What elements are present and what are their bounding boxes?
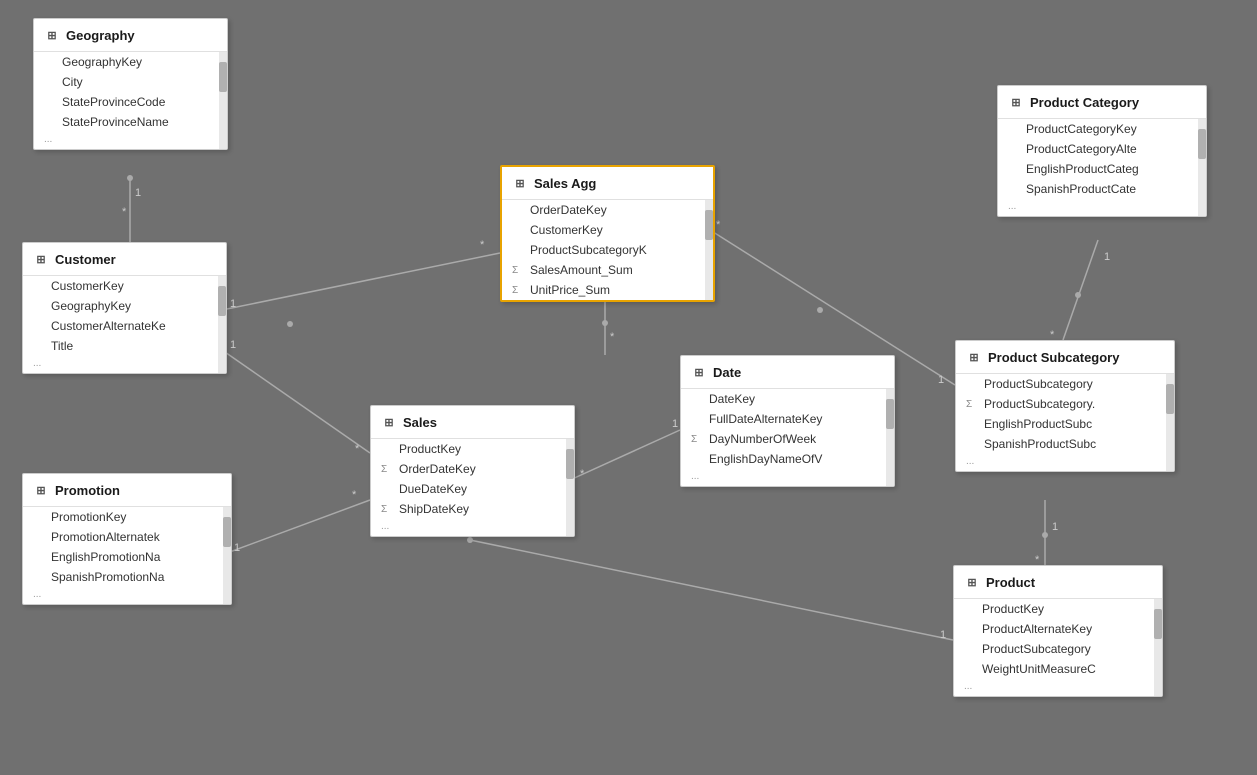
field-row: SpanishProductSubc (956, 434, 1174, 454)
field-row: Σ UnitPrice_Sum (502, 280, 713, 300)
field-row: DateKey (681, 389, 894, 409)
svg-text:1: 1 (672, 418, 678, 430)
svg-text:1: 1 (135, 187, 141, 199)
field-row: StateProvinceCode (34, 92, 227, 112)
field-row: PromotionAlternatek (23, 527, 231, 547)
field-row: Σ ShipDateKey (371, 499, 574, 519)
diagram-canvas: * 1 1 * 1 * 1 * * * 1 * 1 1 * 1 (0, 0, 1257, 775)
field-row: Σ OrderDateKey (371, 459, 574, 479)
promotion-body: PromotionKey PromotionAlternatek English… (23, 507, 231, 604)
customer-table: ⊞ Customer CustomerKey GeographyKey Cust… (22, 242, 227, 374)
field-row: ProductAlternateKey (954, 619, 1162, 639)
svg-text:1: 1 (230, 339, 236, 351)
field-row: CustomerKey (23, 276, 226, 296)
field-row: StateProvinceName (34, 112, 227, 132)
customer-header: ⊞ Customer (23, 243, 226, 276)
sales-body: ProductKey Σ OrderDateKey DueDateKey Σ S… (371, 439, 574, 536)
customer-body: CustomerKey GeographyKey CustomerAlterna… (23, 276, 226, 373)
sales-agg-table: ⊞ Sales Agg OrderDateKey CustomerKey Pro… (500, 165, 715, 302)
table-icon: ⊞ (512, 175, 528, 191)
promotion-table: ⊞ Promotion PromotionKey PromotionAltern… (22, 473, 232, 605)
table-icon: ⊞ (44, 27, 60, 43)
sales-table: ⊞ Sales ProductKey Σ OrderDateKey DueDat… (370, 405, 575, 537)
field-row: ProductCategoryKey (998, 119, 1206, 139)
svg-text:*: * (716, 219, 721, 231)
svg-text:*: * (122, 206, 127, 218)
sales-agg-body: OrderDateKey CustomerKey ProductSubcateg… (502, 200, 713, 300)
table-icon: ⊞ (33, 482, 49, 498)
svg-text:*: * (352, 489, 357, 501)
field-row: SpanishProductCate (998, 179, 1206, 199)
promotion-header: ⊞ Promotion (23, 474, 231, 507)
field-row: ProductSubcategory (956, 374, 1174, 394)
svg-text:*: * (355, 443, 360, 455)
product-header: ⊞ Product (954, 566, 1162, 599)
svg-text:1: 1 (230, 298, 236, 310)
field-row: GeographyKey (34, 52, 227, 72)
field-row: WeightUnitMeasureC (954, 659, 1162, 679)
svg-text:1: 1 (940, 629, 946, 641)
sales-header: ⊞ Sales (371, 406, 574, 439)
field-row: Σ DayNumberOfWeek (681, 429, 894, 449)
field-row: OrderDateKey (502, 200, 713, 220)
field-row: DueDateKey (371, 479, 574, 499)
field-row: CustomerAlternateKe (23, 316, 226, 336)
field-row: SpanishPromotionNa (23, 567, 231, 587)
svg-text:1: 1 (234, 542, 240, 554)
sales-agg-header: ⊞ Sales Agg (502, 167, 713, 200)
svg-text:1: 1 (1052, 521, 1058, 533)
svg-text:1: 1 (1104, 251, 1110, 263)
field-row: EnglishProductSubc (956, 414, 1174, 434)
svg-text:1: 1 (938, 374, 944, 386)
product-category-header: ⊞ Product Category (998, 86, 1206, 119)
date-table: ⊞ Date DateKey FullDateAlternateKey Σ Da… (680, 355, 895, 487)
table-icon: ⊞ (966, 349, 982, 365)
geography-table: ⊞ Geography GeographyKey City StateProvi… (33, 18, 228, 150)
field-row: ProductKey (954, 599, 1162, 619)
table-icon: ⊞ (691, 364, 707, 380)
date-body: DateKey FullDateAlternateKey Σ DayNumber… (681, 389, 894, 486)
table-icon: ⊞ (381, 414, 397, 430)
field-row: Σ ProductSubcategory. (956, 394, 1174, 414)
field-row: City (34, 72, 227, 92)
field-row: Σ SalesAmount_Sum (502, 260, 713, 280)
product-subcategory-body: ProductSubcategory Σ ProductSubcategory.… (956, 374, 1174, 471)
field-row: EnglishProductCateg (998, 159, 1206, 179)
field-row: ProductKey (371, 439, 574, 459)
svg-text:*: * (580, 468, 585, 480)
field-row: Title (23, 336, 226, 356)
product-subcategory-table: ⊞ Product Subcategory ProductSubcategory… (955, 340, 1175, 472)
product-body: ProductKey ProductAlternateKey ProductSu… (954, 599, 1162, 696)
table-icon: ⊞ (33, 251, 49, 267)
svg-text:*: * (480, 239, 485, 251)
field-row: CustomerKey (502, 220, 713, 240)
product-category-body: ProductCategoryKey ProductCategoryAlte E… (998, 119, 1206, 216)
product-table: ⊞ Product ProductKey ProductAlternateKey… (953, 565, 1163, 697)
field-row: ProductSubcategory (954, 639, 1162, 659)
product-subcategory-header: ⊞ Product Subcategory (956, 341, 1174, 374)
geography-body: GeographyKey City StateProvinceCode Stat… (34, 52, 227, 149)
field-row: ProductSubcategoryK (502, 240, 713, 260)
svg-text:*: * (610, 331, 615, 343)
table-icon: ⊞ (1008, 94, 1024, 110)
table-icon: ⊞ (964, 574, 980, 590)
field-row: PromotionKey (23, 507, 231, 527)
geography-header: ⊞ Geography (34, 19, 227, 52)
field-row: FullDateAlternateKey (681, 409, 894, 429)
date-header: ⊞ Date (681, 356, 894, 389)
field-row: EnglishPromotionNa (23, 547, 231, 567)
field-row: EnglishDayNameOfV (681, 449, 894, 469)
product-category-table: ⊞ Product Category ProductCategoryKey Pr… (997, 85, 1207, 217)
field-row: GeographyKey (23, 296, 226, 316)
field-row: ProductCategoryAlte (998, 139, 1206, 159)
